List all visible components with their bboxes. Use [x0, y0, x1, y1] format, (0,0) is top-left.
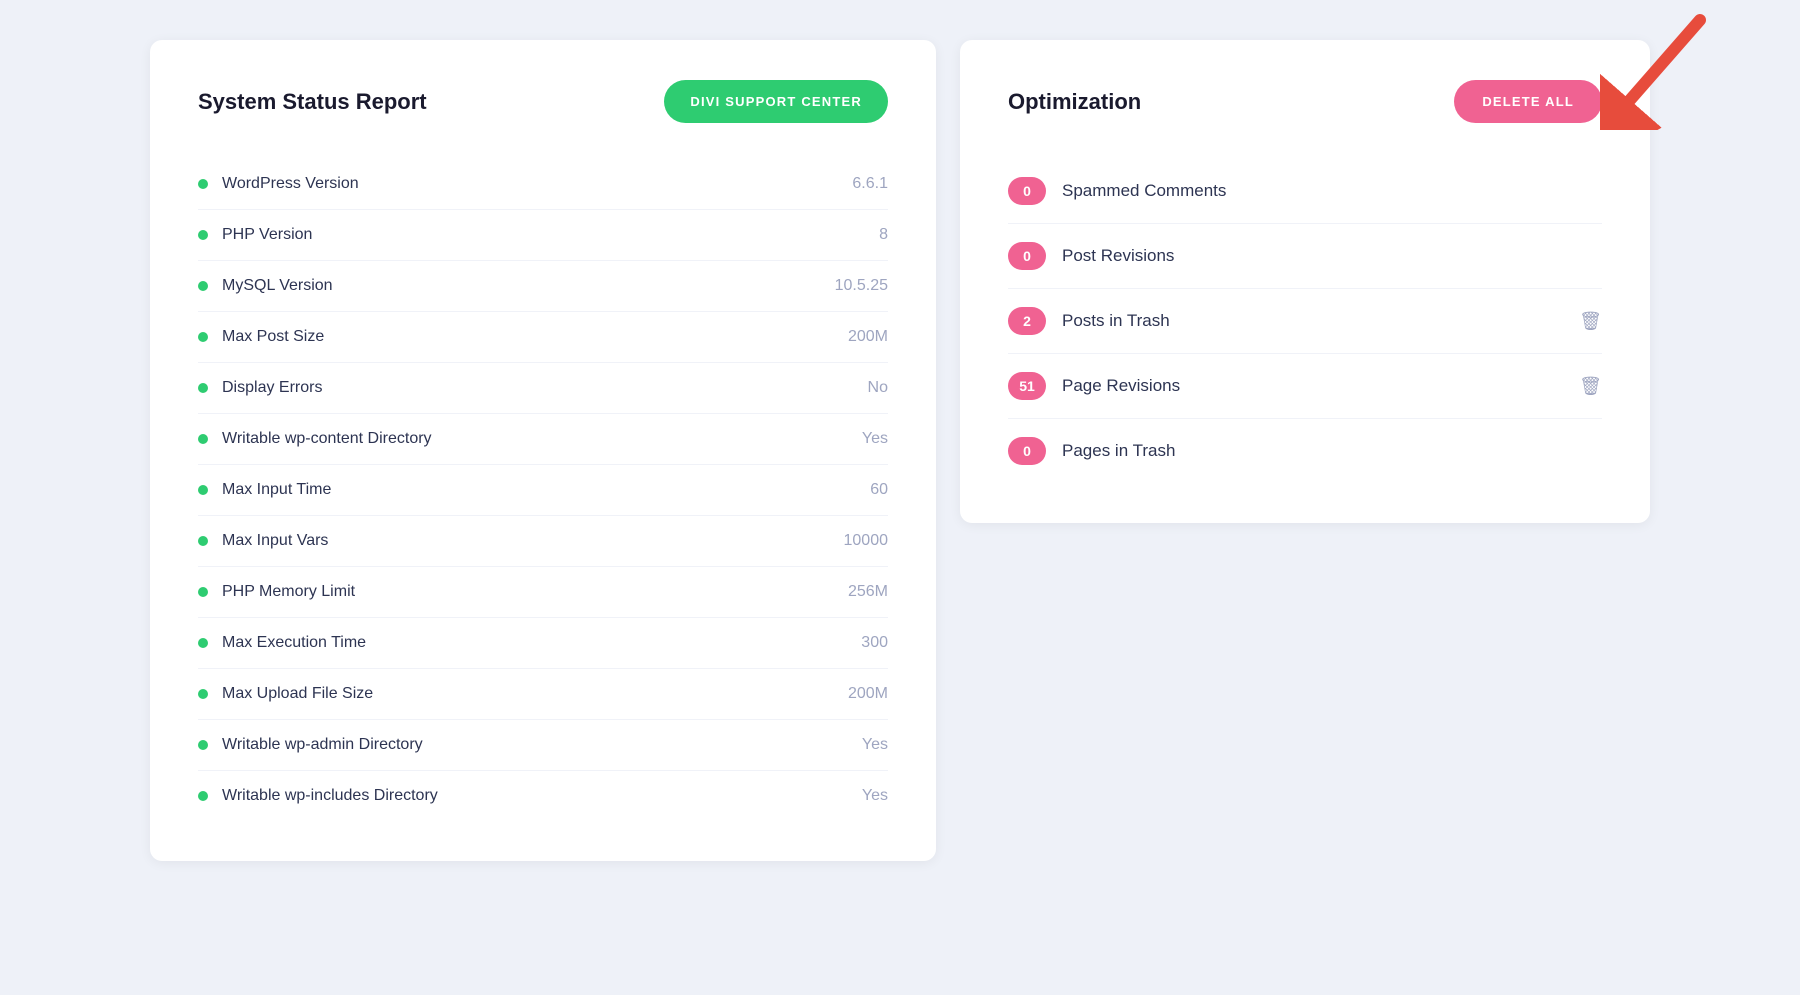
optimization-panel: Optimization DELETE ALL 0 Spammed Commen… — [960, 40, 1650, 523]
status-row-value: 10000 — [844, 532, 889, 550]
main-container: System Status Report DIVI SUPPORT CENTER… — [150, 40, 1650, 861]
status-row: MySQL Version 10.5.25 — [198, 261, 888, 312]
status-row-label: Writable wp-admin Directory — [222, 736, 423, 754]
status-dot — [198, 179, 208, 189]
status-row-label: Max Upload File Size — [222, 685, 373, 703]
status-row-value: 6.6.1 — [852, 175, 888, 193]
system-status-panel: System Status Report DIVI SUPPORT CENTER… — [150, 40, 936, 861]
optimization-item-label: Post Revisions — [1062, 246, 1602, 266]
status-row-left: WordPress Version — [198, 175, 359, 193]
optimization-header: Optimization DELETE ALL — [1008, 80, 1602, 123]
status-row-label: Writable wp-content Directory — [222, 430, 432, 448]
optimization-item-label: Pages in Trash — [1062, 441, 1602, 461]
status-dot — [198, 536, 208, 546]
status-row-value: Yes — [862, 787, 888, 805]
optimization-row: 0 Post Revisions — [1008, 224, 1602, 289]
optimization-item-label: Page Revisions — [1062, 376, 1563, 396]
status-row-label: WordPress Version — [222, 175, 359, 193]
optimization-panel-wrapper: Optimization DELETE ALL 0 Spammed Commen… — [960, 40, 1650, 861]
status-row: Max Input Time 60 — [198, 465, 888, 516]
status-row-label: Max Input Time — [222, 481, 331, 499]
status-row: Max Execution Time 300 — [198, 618, 888, 669]
status-dot — [198, 740, 208, 750]
status-dot — [198, 383, 208, 393]
status-row-left: Display Errors — [198, 379, 322, 397]
divi-support-center-button[interactable]: DIVI SUPPORT CENTER — [664, 80, 888, 123]
optimization-row: 51 Page Revisions 🗑 — [1008, 354, 1602, 419]
status-row: Max Post Size 200M — [198, 312, 888, 363]
optimization-badge: 0 — [1008, 177, 1046, 205]
status-row: WordPress Version 6.6.1 — [198, 159, 888, 210]
status-row-value: 200M — [848, 328, 888, 346]
optimization-row: 0 Pages in Trash — [1008, 419, 1602, 483]
optimization-row: 2 Posts in Trash 🗑 — [1008, 289, 1602, 354]
status-row-value: 10.5.25 — [835, 277, 888, 295]
status-row-label: PHP Version — [222, 226, 312, 244]
status-row: Max Upload File Size 200M — [198, 669, 888, 720]
status-row-left: PHP Version — [198, 226, 312, 244]
system-status-title: System Status Report — [198, 89, 427, 115]
status-row-value: 60 — [870, 481, 888, 499]
status-dot — [198, 791, 208, 801]
optimization-title: Optimization — [1008, 89, 1141, 115]
status-row-value: No — [868, 379, 888, 397]
status-row-label: Max Input Vars — [222, 532, 328, 550]
optimization-badge: 2 — [1008, 307, 1046, 335]
status-row-value: 256M — [848, 583, 888, 601]
status-dot — [198, 281, 208, 291]
optimization-badge: 0 — [1008, 242, 1046, 270]
status-row-label: Max Execution Time — [222, 634, 366, 652]
status-row-value: 200M — [848, 685, 888, 703]
optimization-badge: 51 — [1008, 372, 1046, 400]
status-rows-list: WordPress Version 6.6.1 PHP Version 8 My… — [198, 159, 888, 821]
delete-all-button[interactable]: DELETE ALL — [1454, 80, 1602, 123]
status-row: Display Errors No — [198, 363, 888, 414]
status-row-value: Yes — [862, 736, 888, 754]
optimization-badge: 0 — [1008, 437, 1046, 465]
status-row-label: MySQL Version — [222, 277, 333, 295]
status-row: PHP Version 8 — [198, 210, 888, 261]
status-row-left: PHP Memory Limit — [198, 583, 355, 601]
status-row-left: Max Input Time — [198, 481, 331, 499]
status-row-label: PHP Memory Limit — [222, 583, 355, 601]
status-row: Writable wp-content Directory Yes — [198, 414, 888, 465]
status-dot — [198, 230, 208, 240]
status-row-left: Writable wp-includes Directory — [198, 787, 438, 805]
status-row-left: MySQL Version — [198, 277, 333, 295]
status-dot — [198, 689, 208, 699]
status-row-left: Max Input Vars — [198, 532, 328, 550]
optimization-items-list: 0 Spammed Comments 0 Post Revisions 2 Po… — [1008, 159, 1602, 483]
status-row-value: 8 — [879, 226, 888, 244]
optimization-item-label: Spammed Comments — [1062, 181, 1602, 201]
status-row-value: Yes — [862, 430, 888, 448]
trash-icon[interactable]: 🗑 — [1579, 311, 1602, 332]
status-row-left: Max Upload File Size — [198, 685, 373, 703]
status-row-left: Writable wp-content Directory — [198, 430, 432, 448]
status-row: Writable wp-includes Directory Yes — [198, 771, 888, 821]
status-row-label: Max Post Size — [222, 328, 324, 346]
status-row-label: Display Errors — [222, 379, 322, 397]
optimization-row: 0 Spammed Comments — [1008, 159, 1602, 224]
status-row-left: Max Post Size — [198, 328, 324, 346]
status-dot — [198, 332, 208, 342]
status-row: Writable wp-admin Directory Yes — [198, 720, 888, 771]
status-row-left: Max Execution Time — [198, 634, 366, 652]
status-dot — [198, 434, 208, 444]
status-row: Max Input Vars 10000 — [198, 516, 888, 567]
status-row-label: Writable wp-includes Directory — [222, 787, 438, 805]
status-dot — [198, 638, 208, 648]
system-status-header: System Status Report DIVI SUPPORT CENTER — [198, 80, 888, 123]
optimization-item-label: Posts in Trash — [1062, 311, 1563, 331]
status-dot — [198, 587, 208, 597]
trash-icon[interactable]: 🗑 — [1579, 376, 1602, 397]
status-row-value: 300 — [861, 634, 888, 652]
status-row: PHP Memory Limit 256M — [198, 567, 888, 618]
status-dot — [198, 485, 208, 495]
status-row-left: Writable wp-admin Directory — [198, 736, 423, 754]
